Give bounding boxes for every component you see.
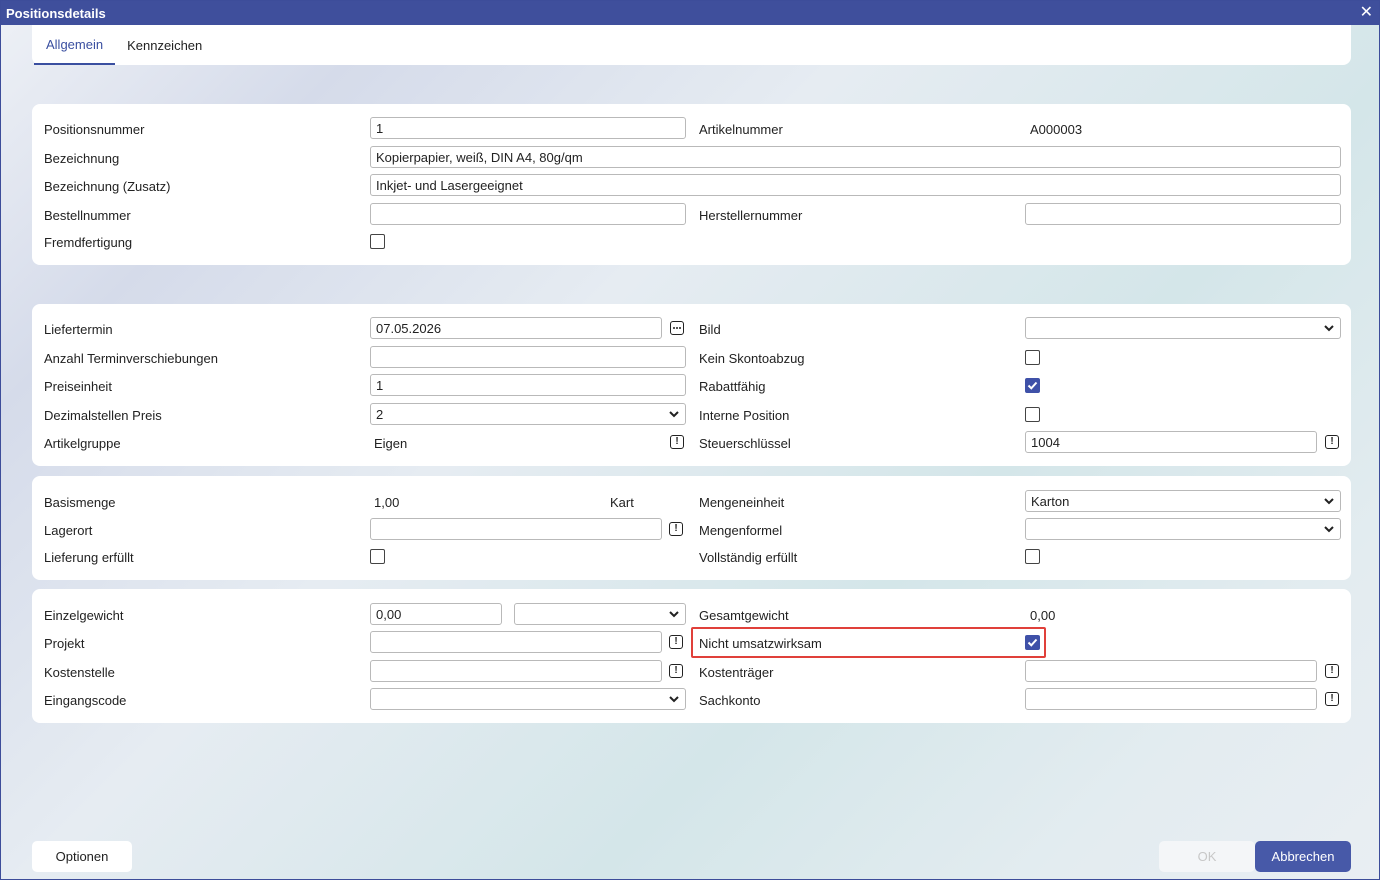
chevron-down-icon <box>669 696 679 703</box>
gesamtgewicht-value: 0,00 <box>1030 608 1056 623</box>
artikelgruppe-value: Eigen <box>374 436 408 451</box>
dezimalstellen-preis-value: 2 <box>376 406 384 422</box>
nicht-umsatzwirksam-label: Nicht umsatzwirksam <box>699 636 822 651</box>
mengeneinheit-label: Mengeneinheit <box>699 495 785 510</box>
rabattfaehig-label: Rabattfähig <box>699 379 766 394</box>
tab-kennzeichen[interactable]: Kennzeichen <box>115 25 214 65</box>
section-terms: Liefertermin Bild Anzahl Terminverschieb… <box>32 304 1351 466</box>
steuerschluessel-info-icon[interactable]: ! <box>1325 435 1339 449</box>
preiseinheit-label: Preiseinheit <box>44 379 112 394</box>
lagerort-input[interactable] <box>370 518 662 540</box>
mengenformel-label: Mengenformel <box>699 523 783 538</box>
lagerort-info-icon[interactable]: ! <box>669 522 683 536</box>
herstellernummer-label: Herstellernummer <box>699 208 803 223</box>
einzelgewicht-label: Einzelgewicht <box>44 608 124 623</box>
cancel-button[interactable]: Abbrechen <box>1255 841 1351 872</box>
mengenformel-select[interactable] <box>1025 518 1341 540</box>
herstellernummer-input[interactable] <box>1025 203 1341 225</box>
kein-skontoabzug-label: Kein Skontoabzug <box>699 351 805 366</box>
anzahl-terminverschiebungen-input[interactable] <box>370 346 686 368</box>
ok-button[interactable]: OK <box>1159 841 1255 872</box>
rabattfaehig-checkbox[interactable] <box>1025 378 1040 393</box>
window-title: Positionsdetails <box>6 5 106 21</box>
artikelnummer-value: A000003 <box>1030 122 1083 137</box>
close-icon[interactable]: ✕ <box>1360 5 1373 21</box>
dialog-window: Positionsdetails ✕ Allgemein Kennzeichen… <box>0 0 1380 880</box>
gesamtgewicht-label: Gesamtgewicht <box>699 608 789 623</box>
liefertermin-input[interactable] <box>370 317 662 339</box>
artikelgruppe-info-icon[interactable]: ! <box>670 435 684 449</box>
preiseinheit-input[interactable] <box>370 374 686 396</box>
sachkonto-label: Sachkonto <box>699 693 761 708</box>
section-quantity: Basismenge 1,00 Kart Mengeneinheit Karto… <box>32 476 1351 580</box>
bezeichnung-input[interactable] <box>370 146 1341 168</box>
chevron-down-icon <box>1324 498 1334 505</box>
einzelgewicht-input[interactable] <box>370 603 502 625</box>
kostentraeger-label: Kostenträger <box>699 665 774 680</box>
nicht-umsatzwirksam-checkbox[interactable] <box>1025 635 1040 650</box>
bild-select[interactable] <box>1025 317 1341 339</box>
liefertermin-label: Liefertermin <box>44 322 113 337</box>
tab-bar: Allgemein Kennzeichen <box>32 25 1351 65</box>
chevron-down-icon <box>669 611 679 618</box>
mengeneinheit-select[interactable]: Karton <box>1025 490 1341 512</box>
basismenge-unit: Kart <box>610 495 634 510</box>
lieferung-erfuellt-label: Lieferung erfüllt <box>44 550 134 565</box>
lieferung-erfuellt-checkbox[interactable] <box>370 549 385 564</box>
chevron-down-icon <box>1324 325 1334 332</box>
artikelgruppe-label: Artikelgruppe <box>44 436 121 451</box>
vollstaendig-erfuellt-checkbox[interactable] <box>1025 549 1040 564</box>
lagerort-label: Lagerort <box>44 523 93 538</box>
bild-label: Bild <box>699 322 721 337</box>
bestellnummer-input[interactable] <box>370 203 686 225</box>
eingangscode-select[interactable] <box>370 688 686 710</box>
tab-allgemein[interactable]: Allgemein <box>34 25 116 65</box>
dezimalstellen-preis-label: Dezimalstellen Preis <box>44 408 162 423</box>
kostenstelle-info-icon[interactable]: ! <box>669 664 683 678</box>
anzahl-terminverschiebungen-label: Anzahl Terminverschiebungen <box>44 351 218 366</box>
kostenstelle-label: Kostenstelle <box>44 665 115 680</box>
kein-skontoabzug-checkbox[interactable] <box>1025 350 1040 365</box>
einzelgewicht-unit-select[interactable] <box>514 603 686 625</box>
vollstaendig-erfuellt-label: Vollständig erfüllt <box>699 550 798 565</box>
interne-position-checkbox[interactable] <box>1025 407 1040 422</box>
positionsnummer-input[interactable] <box>370 117 686 139</box>
chevron-down-icon <box>669 411 679 418</box>
checkmark-icon <box>1027 381 1038 390</box>
projekt-info-icon[interactable]: ! <box>669 635 683 649</box>
fremdfertigung-checkbox[interactable] <box>370 234 385 249</box>
section-weight-accounting: Einzelgewicht Gesamtgewicht 0,00 Projekt… <box>32 589 1351 723</box>
bestellnummer-label: Bestellnummer <box>44 208 131 223</box>
projekt-input[interactable] <box>370 631 662 653</box>
kostentraeger-input[interactable] <box>1025 660 1317 682</box>
eingangscode-label: Eingangscode <box>44 693 127 708</box>
projekt-label: Projekt <box>44 636 85 651</box>
kostentraeger-info-icon[interactable]: ! <box>1325 664 1339 678</box>
options-button[interactable]: Optionen <box>32 841 132 872</box>
section-article: Positionsnummer Artikelnummer A000003 Be… <box>32 104 1351 265</box>
sachkonto-input[interactable] <box>1025 688 1317 710</box>
artikelnummer-label: Artikelnummer <box>699 122 783 137</box>
kostenstelle-input[interactable] <box>370 660 662 682</box>
basismenge-label: Basismenge <box>44 495 116 510</box>
dezimalstellen-preis-select[interactable]: 2 <box>370 403 686 425</box>
steuerschluessel-label: Steuerschlüssel <box>699 436 791 451</box>
basismenge-value: 1,00 <box>374 495 400 510</box>
checkmark-icon <box>1027 638 1038 647</box>
sachkonto-info-icon[interactable]: ! <box>1325 692 1339 706</box>
date-picker-icon[interactable] <box>670 321 684 335</box>
steuerschluessel-input[interactable] <box>1025 431 1317 453</box>
mengeneinheit-value: Karton <box>1031 493 1070 509</box>
fremdfertigung-label: Fremdfertigung <box>44 235 133 250</box>
interne-position-label: Interne Position <box>699 408 790 423</box>
title-bar: Positionsdetails ✕ <box>1 1 1379 25</box>
bezeichnung-zusatz-input[interactable] <box>370 174 1341 196</box>
positionsnummer-label: Positionsnummer <box>44 122 145 137</box>
bezeichnung-zusatz-label: Bezeichnung (Zusatz) <box>44 179 171 194</box>
chevron-down-icon <box>1324 526 1334 533</box>
bezeichnung-label: Bezeichnung <box>44 151 120 166</box>
